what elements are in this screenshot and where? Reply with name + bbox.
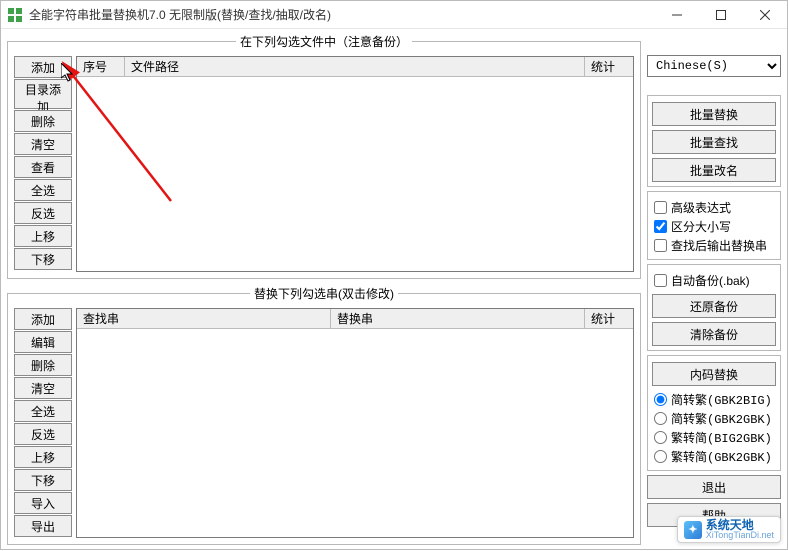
file-add-button[interactable]: 添加 [14,56,72,78]
auto-backup-checkbox[interactable] [654,274,667,287]
enc-opt-3-row[interactable]: 繁转简(BIG2GBK) [652,428,776,447]
string-delete-button[interactable]: 删除 [14,354,72,376]
files-col-stat[interactable]: 统计 [585,57,633,76]
adv-regex-label: 高级表达式 [671,199,731,216]
auto-backup-label: 自动备份(.bak) [671,272,750,289]
maximize-button[interactable] [699,1,743,28]
files-list[interactable]: 序号 文件路径 统计 [76,56,634,272]
file-view-button[interactable]: 查看 [14,156,72,178]
files-col-path[interactable]: 文件路径 [125,57,585,76]
enc-opt-3-label: 繁转简(BIG2GBK) [671,429,772,446]
file-move-up-button[interactable]: 上移 [14,225,72,247]
output-after-find-label: 查找后输出替换串 [671,237,767,254]
strings-list[interactable]: 查找串 替换串 统计 [76,308,634,538]
file-move-down-button[interactable]: 下移 [14,248,72,270]
case-sensitive-row[interactable]: 区分大小写 [652,217,776,236]
watermark-icon: ✦ [684,521,702,539]
strings-col-replace[interactable]: 替换串 [331,309,585,328]
app-icon [7,7,23,23]
string-add-button[interactable]: 添加 [14,308,72,330]
encoding-replace-button[interactable]: 内码替换 [652,362,776,386]
string-move-down-button[interactable]: 下移 [14,469,72,491]
output-after-find-checkbox[interactable] [654,239,667,252]
watermark: ✦ 系统天地 XiTongTianDi.net [677,516,781,543]
strings-button-column: 添加 编辑 删除 清空 全选 反选 上移 下移 导入 导出 [14,308,72,538]
strings-col-find[interactable]: 查找串 [77,309,331,328]
options-group: 高级表达式 区分大小写 查找后输出替换串 [647,191,781,260]
case-sensitive-label: 区分大小写 [671,218,731,235]
files-group-legend: 在下列勾选文件中（注意备份） [236,33,412,50]
string-select-all-button[interactable]: 全选 [14,400,72,422]
file-select-all-button[interactable]: 全选 [14,179,72,201]
file-invert-button[interactable]: 反选 [14,202,72,224]
enc-opt-2-radio[interactable] [654,412,667,425]
encoding-group: 内码替换 简转繁(GBK2BIG) 简转繁(GBK2GBK) 繁转简(BIG2G… [647,355,781,471]
batch-find-button[interactable]: 批量查找 [652,130,776,154]
restore-backup-button[interactable]: 还原备份 [652,294,776,318]
files-list-header: 序号 文件路径 统计 [77,57,633,77]
string-edit-button[interactable]: 编辑 [14,331,72,353]
window-title: 全能字符串批量替换机7.0 无限制版(替换/查找/抽取/改名) [29,6,655,23]
clear-backup-button[interactable]: 清除备份 [652,322,776,346]
enc-opt-2-row[interactable]: 简转繁(GBK2GBK) [652,409,776,428]
string-move-up-button[interactable]: 上移 [14,446,72,468]
files-group: 在下列勾选文件中（注意备份） 添加 目录添加 删除 清空 查看 全选 反选 上移… [7,33,641,279]
auto-backup-row[interactable]: 自动备份(.bak) [652,271,776,290]
watermark-url: XiTongTianDi.net [706,531,774,540]
strings-list-header: 查找串 替换串 统计 [77,309,633,329]
backup-group: 自动备份(.bak) 还原备份 清除备份 [647,264,781,351]
files-col-index[interactable]: 序号 [77,57,125,76]
enc-opt-1-radio[interactable] [654,393,667,406]
strings-list-body[interactable] [77,329,633,537]
adv-regex-checkbox[interactable] [654,201,667,214]
string-invert-button[interactable]: 反选 [14,423,72,445]
window-controls [655,1,787,28]
enc-opt-2-label: 简转繁(GBK2GBK) [671,410,772,427]
output-after-find-row[interactable]: 查找后输出替换串 [652,236,776,255]
enc-opt-4-label: 繁转简(GBK2GBK) [671,448,772,465]
language-select[interactable]: Chinese(S) [647,55,781,77]
enc-opt-1-label: 简转繁(GBK2BIG) [671,391,772,408]
strings-group-legend: 替换下列勾选串(双击修改) [250,285,398,302]
enc-opt-3-radio[interactable] [654,431,667,444]
enc-opt-4-radio[interactable] [654,450,667,463]
file-delete-button[interactable]: 删除 [14,110,72,132]
adv-regex-row[interactable]: 高级表达式 [652,198,776,217]
strings-col-stat[interactable]: 统计 [585,309,633,328]
right-panel: Chinese(S) 批量替换 批量查找 批量改名 高级表达式 区分大小写 查找… [647,33,781,545]
minimize-button[interactable] [655,1,699,28]
file-add-dir-button[interactable]: 目录添加 [14,79,72,109]
string-clear-button[interactable]: 清空 [14,377,72,399]
string-export-button[interactable]: 导出 [14,515,72,537]
files-button-column: 添加 目录添加 删除 清空 查看 全选 反选 上移 下移 [14,56,72,272]
batch-actions-group: 批量替换 批量查找 批量改名 [647,95,781,187]
files-list-body[interactable] [77,77,633,271]
exit-button[interactable]: 退出 [647,475,781,499]
string-import-button[interactable]: 导入 [14,492,72,514]
enc-opt-4-row[interactable]: 繁转简(GBK2GBK) [652,447,776,466]
close-button[interactable] [743,1,787,28]
strings-group: 替换下列勾选串(双击修改) 添加 编辑 删除 清空 全选 反选 上移 下移 导入… [7,285,641,545]
title-bar: 全能字符串批量替换机7.0 无限制版(替换/查找/抽取/改名) [1,1,787,29]
file-clear-button[interactable]: 清空 [14,133,72,155]
batch-replace-button[interactable]: 批量替换 [652,102,776,126]
enc-opt-1-row[interactable]: 简转繁(GBK2BIG) [652,390,776,409]
batch-rename-button[interactable]: 批量改名 [652,158,776,182]
case-sensitive-checkbox[interactable] [654,220,667,233]
